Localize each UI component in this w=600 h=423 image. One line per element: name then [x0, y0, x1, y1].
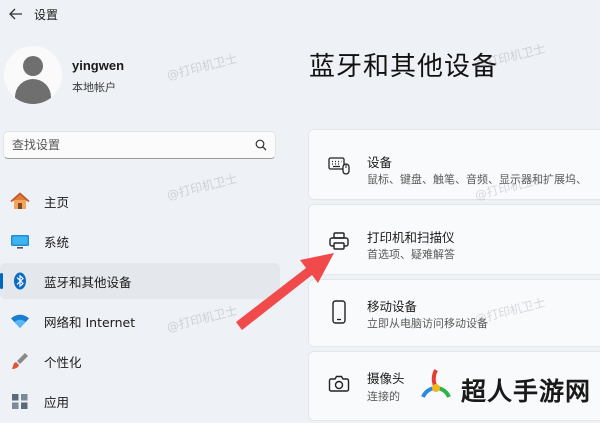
- back-arrow-icon: [9, 8, 22, 20]
- search-box[interactable]: [3, 131, 276, 159]
- card-icon: [327, 229, 351, 253]
- sidebar-item-label: 蓝牙和其他设备: [44, 274, 132, 290]
- card-subtitle: 鼠标、键盘、触笔、音频、显示器和扩展坞、: [367, 173, 587, 186]
- search-input[interactable]: [12, 136, 242, 154]
- title-bar: 设置: [0, 0, 600, 30]
- apps-icon: [12, 394, 28, 409]
- card-subtitle: 首选项、疑难解答: [367, 248, 455, 261]
- sidebar-item-network[interactable]: 网络和 Internet: [0, 303, 280, 339]
- back-button[interactable]: [6, 4, 26, 24]
- app-title: 设置: [34, 8, 59, 22]
- avatar-head: [23, 56, 43, 76]
- sidebar-item-label: 应用: [44, 394, 70, 410]
- printer-icon: [329, 232, 349, 250]
- keyboard-device-icon: [328, 157, 350, 175]
- sidebar-item-system[interactable]: 系统: [0, 223, 280, 259]
- site-logo: 超人手游网: [405, 358, 600, 417]
- avatar[interactable]: [4, 46, 62, 104]
- user-profile[interactable]: yingwen 本地帐户: [0, 46, 300, 108]
- devices-card[interactable]: 设备 鼠标、键盘、触笔、音频、显示器和扩展坞、: [308, 129, 600, 200]
- mobile-devices-card[interactable]: 移动设备 立即从电脑访问移动设备: [308, 279, 600, 347]
- phone-icon: [332, 300, 346, 324]
- sidebar-item-personalization[interactable]: 个性化: [0, 343, 280, 379]
- card-icon: [327, 300, 351, 324]
- active-indicator: [0, 273, 3, 289]
- home-icon: [10, 192, 30, 209]
- avatar-body: [15, 79, 51, 104]
- sidebar-item-apps[interactable]: 应用: [0, 383, 280, 419]
- card-subtitle: 立即从电脑访问移动设备: [367, 317, 488, 330]
- card-title: 摄像头: [367, 371, 405, 386]
- camera-icon: [328, 375, 350, 392]
- sidebar-nav: 主页 系统 蓝牙和其他设备 网络和 Internet 个性化 应用: [0, 183, 280, 423]
- card-icon: [327, 154, 351, 178]
- logo-mark-icon: [421, 369, 451, 398]
- card-title: 打印机和扫描仪: [367, 230, 455, 245]
- sidebar-item-home[interactable]: 主页: [0, 183, 280, 219]
- card-title: 设备: [367, 155, 393, 170]
- bluetooth-icon: [14, 272, 26, 290]
- logo-text: 超人手游网: [461, 377, 592, 406]
- printers-card[interactable]: 打印机和扫描仪 首选项、疑难解答: [308, 204, 600, 275]
- sidebar-item-bluetooth-devices[interactable]: 蓝牙和其他设备: [0, 263, 280, 299]
- sidebar-item-label: 主页: [44, 194, 70, 210]
- page-title: 蓝牙和其他设备: [309, 52, 499, 82]
- card-title: 移动设备: [367, 299, 418, 314]
- sidebar-item-label: 网络和 Internet: [44, 314, 136, 330]
- user-name: yingwen: [72, 58, 125, 73]
- card-icon: [327, 372, 351, 396]
- search-icon[interactable]: [255, 139, 267, 151]
- sidebar-item-label: 系统: [44, 234, 70, 250]
- card-subtitle: 连接的: [367, 390, 400, 403]
- wifi-icon: [11, 314, 29, 328]
- paintbrush-icon: [12, 353, 28, 369]
- monitor-icon: [11, 235, 29, 249]
- account-type: 本地帐户: [72, 81, 116, 94]
- sidebar-item-label: 个性化: [44, 354, 82, 370]
